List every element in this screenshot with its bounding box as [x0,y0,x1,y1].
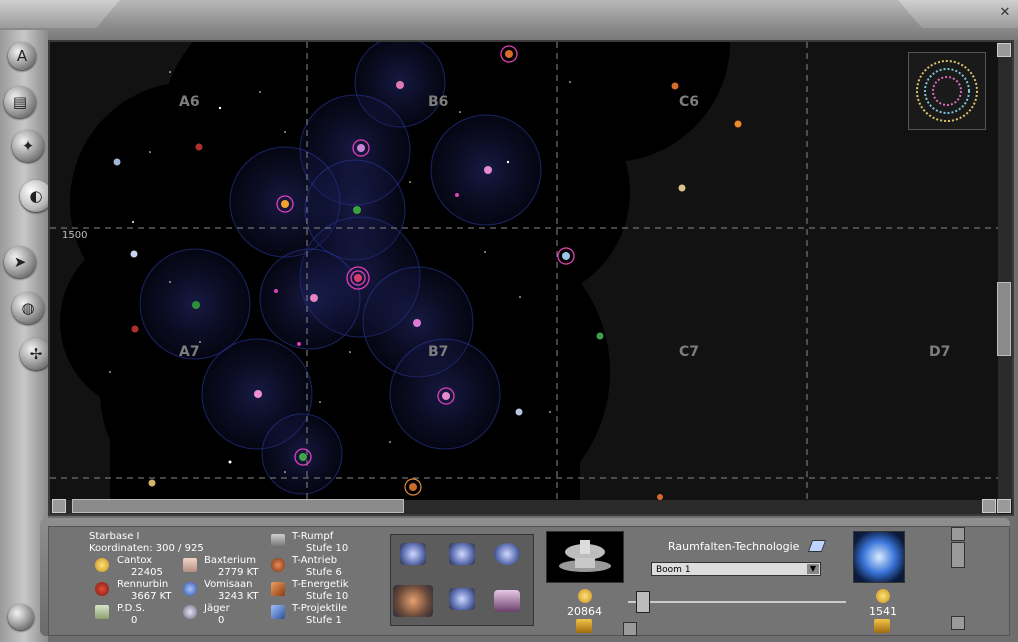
t-energetik-value: Stufe 10 [306,591,349,602]
sector-label-a6: A6 [179,94,200,110]
baxterium-label: Baxterium [204,555,256,566]
module-slot-6-icon[interactable] [494,590,520,612]
t-antrieb-value: Stufe 6 [306,567,342,578]
module-slot-1-icon[interactable] [400,543,426,565]
research-dropdown-value: Boom 1 [656,565,691,575]
scroll-left-button[interactable] [52,499,66,513]
cantox-value: 22405 [131,567,163,578]
t-rumpf-label: T-Rumpf [292,531,334,542]
scroll-corner [997,499,1011,513]
panel-scroll-thumb[interactable] [951,542,965,568]
planet-icon: ◐ [29,187,43,205]
vertical-scroll-thumb[interactable] [997,282,1011,356]
ship-button[interactable]: ➤ [4,246,36,278]
starmap[interactable]: A6 B6 C6 D6 A7 B7 C7 D7 1500 [48,40,1014,516]
t-rumpf-icon [271,534,285,548]
research-slider-track[interactable] [628,601,846,603]
right-crate-icon[interactable] [874,619,890,633]
rennurbin-label: Rennurbin [117,579,169,590]
vomisaan-label: Vomisaan [204,579,253,590]
t-projektile-label: T-Projektile [292,603,348,614]
satellite-button[interactable]: ✦ [12,130,44,162]
bottom-round-button[interactable] [8,604,34,630]
research-slider-thumb[interactable] [636,591,650,613]
sector-label-b6: B6 [428,94,449,110]
left-amount: 20864 [567,605,602,618]
close-icon[interactable]: ✕ [998,6,1012,20]
station-icon: ✢ [29,345,43,363]
slider-lower-button[interactable] [623,622,637,636]
cantox-label: Cantox [117,555,153,566]
right-cantox-icon [876,589,890,603]
module-slot-3-icon[interactable] [494,543,520,565]
baxterium-value: 2779 KT [218,567,259,578]
starbase-title: Starbase I [89,531,140,542]
toolbar-a-button[interactable]: A [8,42,36,70]
globe-button[interactable]: ◍ [12,292,44,324]
minimap-canvas [916,60,978,122]
research-tech-name: Raumfalten-Technologie [668,540,800,553]
panel-scroll-down-button[interactable] [951,616,965,630]
vomisaan-icon [183,582,197,596]
scroll-right-button[interactable] [982,499,996,513]
jaeger-value: 0 [218,615,225,626]
right-amount: 1541 [869,605,897,618]
t-rumpf-value: Stufe 10 [306,543,349,554]
left-cantox-icon [578,589,592,603]
starbase-coordinates: Koordinaten: 300 / 925 [89,543,204,554]
sector-label-b7: B7 [428,344,449,360]
module-slot-4-icon[interactable] [393,585,433,617]
t-projektile-value: Stufe 1 [306,615,342,626]
sector-label-c6: C6 [679,94,700,110]
minimap[interactable] [908,52,986,130]
cantox-icon [95,558,109,572]
pds-value: 0 [131,615,138,626]
sector-label-c7: C7 [679,344,700,360]
globe-icon: ◍ [21,299,35,317]
vertical-scrollbar[interactable] [998,42,1012,500]
rennurbin-icon [95,582,109,596]
t-energetik-label: T-Energetik [292,579,349,590]
module-slot-5-icon[interactable] [449,588,475,610]
jaeger-label: Jäger [204,603,230,614]
t-antrieb-icon [271,558,285,572]
vomisaan-value: 3243 KT [218,591,259,602]
tech-image[interactable] [853,531,905,583]
device-button[interactable]: ▤ [4,86,36,118]
coordinate-label: 1500 [62,230,88,241]
window-top-frame: ✕ [0,0,1018,40]
rennurbin-value: 3667 KT [131,591,172,602]
t-energetik-icon [271,582,285,596]
research-dropdown[interactable]: Boom 1 ▼ [651,562,821,576]
device-icon: ▤ [12,93,28,111]
t-projektile-icon [271,605,285,619]
letter-a-icon: A [16,47,28,65]
starmap-canvas [50,42,1012,514]
pds-icon [95,605,109,619]
starbase-graphic [559,540,611,572]
starbase-image[interactable] [546,531,624,583]
horizontal-scroll-thumb[interactable] [72,499,404,513]
module-slot-2-icon[interactable] [449,543,475,565]
baxterium-icon [183,558,197,572]
chevron-down-icon[interactable]: ▼ [807,564,819,574]
frame-notch-left [0,0,120,28]
panel-scroll-up-button[interactable] [951,527,965,541]
ship-icon: ➤ [13,253,27,271]
jaeger-icon [183,605,197,619]
pds-label: P.D.S. [117,603,146,614]
t-antrieb-label: T-Antrieb [292,555,338,566]
left-crate-icon[interactable] [576,619,592,633]
satellite-icon: ✦ [21,137,35,155]
sector-label-d7: D7 [929,344,951,360]
sector-label-a7: A7 [179,344,200,360]
scroll-up-button[interactable] [997,43,1011,57]
